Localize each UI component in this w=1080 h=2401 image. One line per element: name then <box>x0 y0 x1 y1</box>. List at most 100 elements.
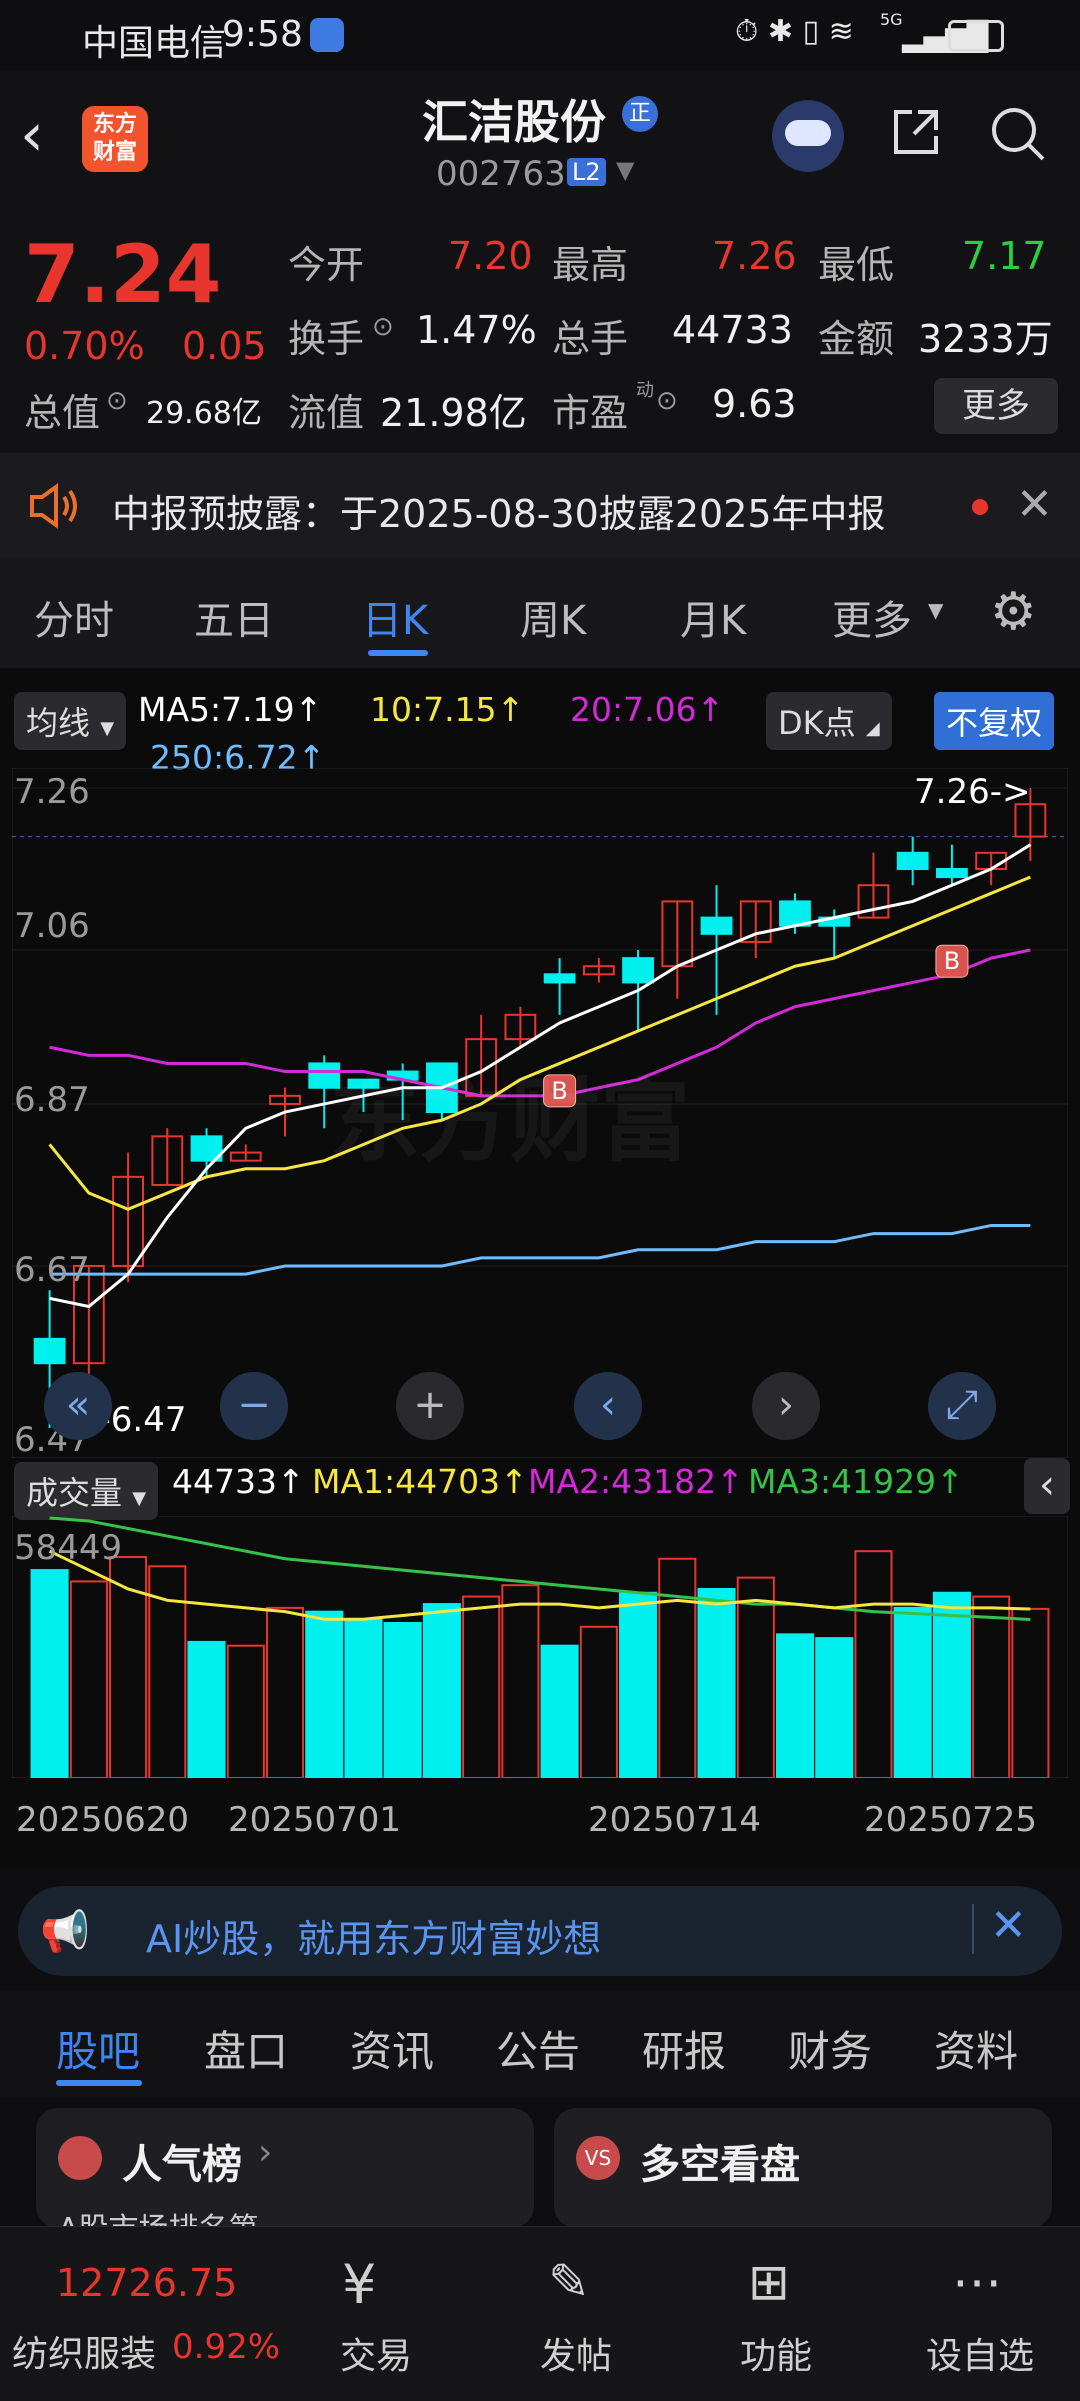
card-title: 人气榜 <box>122 2142 242 2188</box>
tab-research[interactable]: 研报 <box>642 2018 726 2079</box>
level-badge[interactable]: L2 <box>567 158 606 186</box>
scroll-right-icon[interactable]: › <box>752 1372 820 1440</box>
watermark: 东方财富 <box>330 1069 690 1174</box>
float-label: 流值 <box>288 391 365 435</box>
period-tabs: 分时 五日 日K 周K 月K 更多 ▼ ⚙ <box>0 558 1080 669</box>
info-icon[interactable]: ⊙ <box>656 386 678 416</box>
back-icon[interactable]: ‹ <box>20 100 44 170</box>
volume-bar <box>265 1606 305 1778</box>
tab-monthly-k[interactable]: 月K <box>680 588 746 646</box>
collapse-panel-icon[interactable]: ‹ <box>1024 1458 1070 1514</box>
share-icon[interactable] <box>888 104 944 160</box>
divider <box>972 1904 974 1954</box>
date-label: 20250701 <box>228 1800 402 1840</box>
ai-promo-banner[interactable]: 📢 AI炒股，就用东方财富妙想 ✕ <box>18 1886 1062 1976</box>
candle <box>543 973 576 984</box>
date-label: 20250714 <box>588 1800 762 1840</box>
date-label: 20250725 <box>864 1800 1038 1840</box>
buy-marker-label: B <box>944 947 960 975</box>
notice-bar[interactable]: 中报预披露：于2025-08-30披露2025年中报 ✕ <box>0 453 1080 558</box>
y-axis-label: 7.06 <box>14 906 90 946</box>
nav-functions[interactable]: 功能 <box>696 2327 856 2379</box>
nav-post[interactable]: 发帖 <box>496 2327 656 2379</box>
candle <box>700 916 733 935</box>
volume-bar <box>30 1569 69 1778</box>
volume-bar <box>815 1637 854 1778</box>
tab-market-depth[interactable]: 盘口 <box>204 2018 288 2079</box>
volume-bar <box>932 1591 971 1778</box>
ma250-line <box>49 1223 1031 1276</box>
more-dots-icon[interactable]: ⋯ <box>952 2253 1002 2311</box>
tab-five-day[interactable]: 五日 <box>194 588 274 646</box>
battery-icon <box>948 20 1004 52</box>
tab-daily-k[interactable]: 日K <box>362 588 428 646</box>
scroll-to-start-icon[interactable]: « <box>44 1372 112 1440</box>
ma-selector[interactable]: 均线 ▼ <box>14 692 127 750</box>
volume-value: 44733 <box>672 308 793 352</box>
edit-post-icon[interactable]: ✎ <box>548 2253 590 2311</box>
info-icon[interactable]: ⊙ <box>372 312 394 342</box>
volume-chart[interactable] <box>12 1516 1068 1778</box>
volume-bar <box>854 1550 893 1778</box>
nav-trade[interactable]: 交易 <box>296 2327 456 2379</box>
app-logo[interactable]: 东方 财富 <box>82 106 148 172</box>
tab-news[interactable]: 资讯 <box>350 2018 434 2079</box>
stock-code: 002763 <box>436 154 566 194</box>
tab-announcements[interactable]: 公告 <box>496 2018 580 2079</box>
tab-financials[interactable]: 财务 <box>788 2018 872 2079</box>
search-icon[interactable] <box>988 104 1048 164</box>
fullscreen-icon[interactable]: ⤢ <box>928 1372 996 1440</box>
tab-more[interactable]: 更多 <box>832 588 912 646</box>
change-percent: 0.70% <box>24 324 145 368</box>
zoom-in-icon[interactable]: + <box>396 1372 464 1440</box>
content-tabs: 股吧 盘口 资讯 公告 研报 财务 资料 <box>0 1990 1080 2098</box>
dk-point-toggle[interactable]: DK点 ◢ <box>766 692 892 750</box>
mktcap-label: 总值 <box>24 391 101 435</box>
vol-ma1-label: MA1:44703↑ <box>312 1462 528 1501</box>
volume-bar <box>579 1625 618 1778</box>
vol-ma3-label: MA3:41929↑ <box>748 1462 964 1501</box>
chevron-down-icon[interactable]: ▼ <box>616 156 634 184</box>
grid-icon[interactable]: ⊞ <box>748 2253 790 2311</box>
bottom-nav: 12726.75 纺织服装 0.92% ¥ 交易 ✎ 发帖 ⊞ 功能 ⋯ 设自选 <box>0 2226 1080 2401</box>
trade-icon[interactable]: ¥ <box>342 2253 376 2316</box>
last-price: 7.24 <box>24 228 222 321</box>
popularity-card[interactable]: 人气榜 › A股市场排名第 <box>36 2108 534 2247</box>
close-icon[interactable]: ✕ <box>990 1900 1027 1951</box>
stock-badge: 正 <box>622 96 658 132</box>
low-label: 最低 <box>818 243 895 287</box>
carrier-label: 中国电信 <box>82 23 227 64</box>
bull-bear-card[interactable]: VS 多空看盘 <box>554 2108 1052 2228</box>
candle <box>936 868 968 879</box>
close-icon[interactable]: ✕ <box>1016 479 1053 530</box>
volume-bar <box>1011 1607 1050 1778</box>
zoom-out-icon[interactable]: − <box>220 1372 288 1440</box>
tab-forum[interactable]: 股吧 <box>56 2018 140 2079</box>
change-amount: 0.05 <box>182 324 267 368</box>
sector-name[interactable]: 纺织服装 <box>12 2325 156 2377</box>
info-icon[interactable]: ⊙ <box>106 386 128 416</box>
scroll-left-icon[interactable]: ‹ <box>574 1372 642 1440</box>
more-button[interactable]: 更多 <box>934 378 1058 434</box>
volume-bar <box>972 1595 1011 1778</box>
candle <box>33 1337 66 1365</box>
nav-add-watchlist[interactable]: 设自选 <box>900 2327 1060 2379</box>
tab-intraday[interactable]: 分时 <box>34 588 114 646</box>
robot-assistant-icon[interactable] <box>772 100 844 172</box>
stock-name: 汇洁股份 <box>422 95 606 149</box>
volume-selector[interactable]: 成交量 ▼ <box>14 1462 159 1520</box>
date-label: 20250620 <box>16 1800 190 1840</box>
adjust-toggle[interactable]: 不复权 <box>934 692 1055 750</box>
mktcap-value: 29.68亿 <box>146 396 262 431</box>
amount-label: 金额 <box>818 317 895 361</box>
tab-profile[interactable]: 资料 <box>934 2018 1018 2079</box>
notice-text: 中报预披露：于2025-08-30披露2025年中报 <box>112 492 886 536</box>
ma5-label: MA5:7.19↑ <box>138 690 323 729</box>
sector-index-value[interactable]: 12726.75 <box>56 2261 237 2305</box>
pe-value: 9.63 <box>712 382 797 426</box>
tab-weekly-k[interactable]: 周K <box>520 588 586 646</box>
settings-gear-icon[interactable]: ⚙ <box>990 582 1037 642</box>
versus-icon: VS <box>576 2136 620 2180</box>
high-marker: 7.26-> <box>914 772 1031 812</box>
card-title: 多空看盘 <box>640 2142 800 2188</box>
